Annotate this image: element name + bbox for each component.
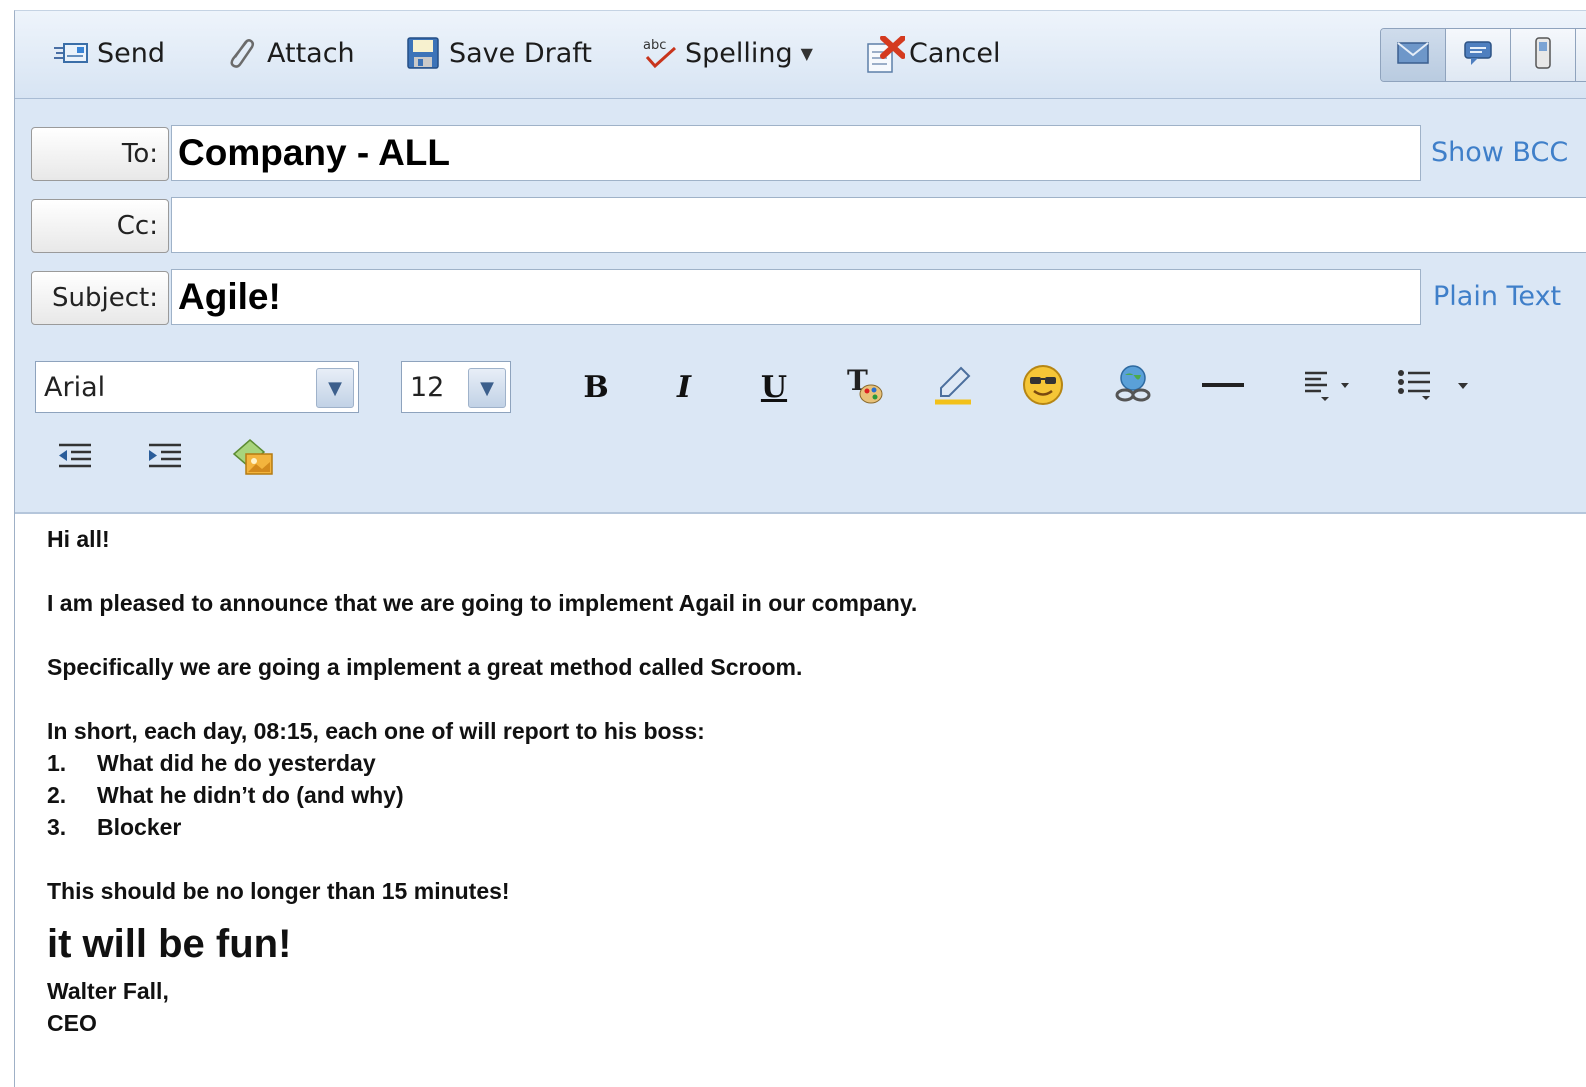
- body-paragraph: In short, each day, 08:15, each one of w…: [47, 718, 705, 744]
- paperclip-icon: [223, 36, 259, 70]
- emoticon-button[interactable]: [1019, 363, 1067, 411]
- list-item-text: What did he do yesterday: [97, 750, 376, 776]
- show-bcc-link[interactable]: Show BCC: [1431, 137, 1568, 168]
- cancel-button[interactable]: Cancel: [865, 34, 1001, 73]
- to-field[interactable]: Company - ALL: [171, 125, 1421, 181]
- mobile-phone-icon: [1533, 37, 1553, 73]
- outdent-icon: [55, 439, 95, 479]
- save-draft-button[interactable]: Save Draft: [405, 34, 592, 72]
- list-item: 2. What he didn’t do (and why): [47, 779, 1547, 811]
- list-item-number: 2.: [47, 782, 67, 808]
- list-item: 1. What did he do yesterday: [47, 747, 1547, 779]
- send-icon: [53, 36, 89, 70]
- body-paragraph: I am pleased to announce that we are goi…: [47, 590, 918, 616]
- highlighter-icon: [931, 364, 975, 410]
- chat-bubble-icon: [1463, 40, 1493, 70]
- italic-icon: I: [676, 369, 692, 405]
- svg-text:abc: abc: [643, 38, 666, 53]
- floppy-disk-icon: [405, 36, 441, 70]
- attach-button[interactable]: Attach: [223, 34, 355, 72]
- underline-icon: U: [760, 369, 788, 405]
- cc-label: Cc:: [116, 211, 158, 241]
- to-label: To:: [121, 139, 158, 169]
- font-family-select[interactable]: Arial ▼: [35, 361, 359, 413]
- spelling-button[interactable]: abc Spelling ▼: [641, 34, 813, 72]
- compose-mode-switcher: [1380, 28, 1586, 82]
- send-label: Send: [97, 37, 166, 69]
- greeting-line: Hi all!: [47, 526, 110, 552]
- chevron-down-icon: ▼: [468, 368, 506, 408]
- to-value: Company - ALL: [178, 132, 451, 173]
- text-color-palette-icon: T: [845, 364, 885, 410]
- bold-icon: B: [583, 369, 609, 405]
- message-body[interactable]: Hi all! I am pleased to announce that we…: [47, 523, 1547, 1039]
- cc-button[interactable]: Cc:: [31, 199, 169, 253]
- subject-label: Subject:: [52, 283, 158, 313]
- outdent-button[interactable]: [51, 435, 99, 483]
- chat-mode-button[interactable]: [1446, 29, 1511, 81]
- highlight-button[interactable]: [929, 363, 977, 411]
- indent-icon: [145, 439, 185, 479]
- align-dropdown-button[interactable]: [1293, 363, 1369, 411]
- signature-title: CEO: [47, 1010, 97, 1036]
- spelling-label: Spelling: [685, 37, 793, 69]
- sms-mode-button[interactable]: [1511, 29, 1576, 81]
- bullet-list-dropdown-button[interactable]: [1391, 363, 1481, 411]
- compose-window: Send Attach Save Draft abc Spelling ▼ Ca…: [14, 10, 1586, 1087]
- image-icon: [230, 436, 276, 482]
- envelope-icon: [1397, 41, 1429, 69]
- list-item-number: 1.: [47, 750, 67, 776]
- compose-header: To: Company - ALL Show BCC Cc: Subject: …: [15, 99, 1586, 514]
- compose-toolbar: Send Attach Save Draft abc Spelling ▼ Ca…: [15, 11, 1586, 99]
- text-color-button[interactable]: T: [841, 363, 889, 411]
- subject-value: Agile!: [178, 276, 281, 317]
- underline-button[interactable]: U: [750, 363, 798, 411]
- font-size-select[interactable]: 12 ▼: [401, 361, 511, 413]
- body-paragraph: Specifically we are going a implement a …: [47, 654, 803, 680]
- plain-text-link[interactable]: Plain Text: [1433, 281, 1561, 312]
- bold-button[interactable]: B: [572, 363, 620, 411]
- cancel-document-icon: [865, 35, 906, 73]
- bullet-list-icon: [1396, 365, 1476, 409]
- insert-image-button[interactable]: [229, 435, 277, 483]
- sunglasses-smiley-icon: [1021, 363, 1065, 411]
- chevron-down-icon: ▼: [800, 43, 813, 63]
- list-item-text: Blocker: [97, 814, 182, 840]
- font-family-value: Arial: [44, 371, 106, 403]
- body-paragraph: This should be no longer than 15 minutes…: [47, 878, 510, 904]
- report-list: 1. What did he do yesterday 2. What he d…: [47, 747, 1547, 843]
- list-item-text: What he didn’t do (and why): [97, 782, 404, 808]
- list-item-number: 3.: [47, 814, 67, 840]
- headline-line: it will be fun!: [47, 922, 292, 966]
- cc-field[interactable]: [171, 197, 1586, 253]
- subject-button[interactable]: Subject:: [31, 271, 169, 325]
- list-item: 3. Blocker: [47, 811, 1547, 843]
- attach-label: Attach: [267, 37, 355, 69]
- align-left-icon: [1303, 365, 1359, 409]
- save-draft-label: Save Draft: [449, 37, 592, 69]
- horizontal-rule-button[interactable]: [1199, 363, 1247, 411]
- font-size-value: 12: [410, 371, 445, 403]
- send-button[interactable]: Send: [53, 34, 165, 72]
- subject-field[interactable]: Agile!: [171, 269, 1421, 325]
- horizontal-line-icon: [1200, 375, 1246, 399]
- indent-button[interactable]: [141, 435, 189, 483]
- insert-link-button[interactable]: [1109, 363, 1157, 411]
- spellcheck-icon: abc: [641, 36, 677, 70]
- email-mode-button[interactable]: [1381, 29, 1446, 81]
- chevron-down-icon: ▼: [316, 368, 354, 408]
- globe-link-icon: [1111, 363, 1155, 411]
- italic-button[interactable]: I: [660, 363, 708, 411]
- signature-name: Walter Fall,: [47, 978, 169, 1004]
- cancel-label: Cancel: [909, 37, 1001, 69]
- to-button[interactable]: To:: [31, 127, 169, 181]
